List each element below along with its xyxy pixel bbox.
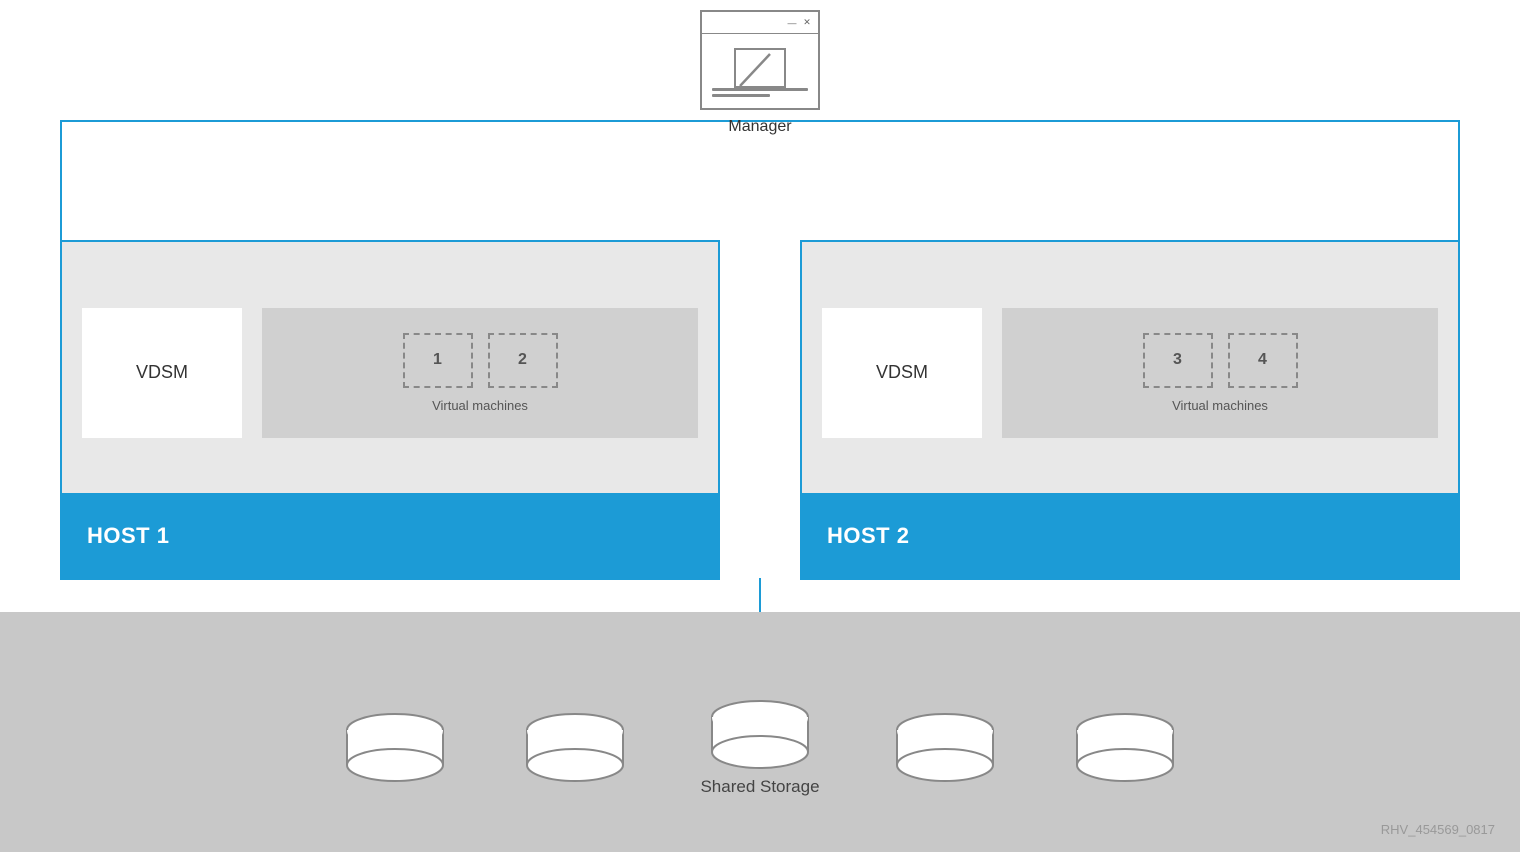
host2-footer: HOST 2: [802, 493, 1458, 578]
storage-area: Shared Storage: [0, 612, 1520, 852]
host2-vms-label: Virtual machines: [1172, 398, 1268, 413]
manager-titlebar: — ✕: [702, 12, 818, 34]
storage-label: Shared Storage: [700, 777, 819, 797]
host1-footer: HOST 1: [62, 493, 718, 578]
left-vertical-line: [60, 120, 62, 240]
host1-box: VDSM 1 2 Virtual machines HOST 1: [60, 240, 720, 580]
watermark: RHV_454569_0817: [1381, 822, 1495, 837]
disk-2-svg: [520, 710, 630, 785]
host2-vm-boxes-row: 3 4: [1143, 333, 1298, 388]
host1-vdsm-label: VDSM: [136, 362, 188, 383]
disk-2: [520, 710, 630, 785]
host1-vdsm-box: VDSM: [82, 308, 242, 438]
host2-box: VDSM 3 4 Virtual machines HOST 2: [800, 240, 1460, 580]
host2-name: HOST 2: [827, 523, 909, 549]
storage-disks-row: Shared Storage: [340, 697, 1179, 797]
host2-content: VDSM 3 4 Virtual machines: [802, 242, 1458, 493]
host2-vm3: 3: [1143, 333, 1213, 388]
host2-vdsm-box: VDSM: [822, 308, 982, 438]
right-vertical-line: [1458, 120, 1460, 240]
hosts-area: VDSM 1 2 Virtual machines HOST 1: [60, 240, 1460, 580]
manager-component: — ✕ Manager: [695, 10, 825, 136]
manager-label: Manager: [695, 118, 825, 136]
minimize-icon: —: [787, 18, 797, 28]
manager-icon-lines: [712, 88, 808, 100]
host2-vms-container: 3 4 Virtual machines: [1002, 308, 1438, 438]
disk-4: [890, 710, 1000, 785]
host2-vdsm-label: VDSM: [876, 362, 928, 383]
disk-1-svg: [340, 710, 450, 785]
host1-vm2: 2: [488, 333, 558, 388]
host2-vm4: 4: [1228, 333, 1298, 388]
disk-4-svg: [890, 710, 1000, 785]
host1-vm1: 1: [403, 333, 473, 388]
host1-name: HOST 1: [87, 523, 169, 549]
manager-icon: — ✕: [700, 10, 820, 110]
host1-vms-container: 1 2 Virtual machines: [262, 308, 698, 438]
disk-3-svg: [705, 697, 815, 772]
host1-vms-label: Virtual machines: [432, 398, 528, 413]
diagram-container: — ✕ Manager VDSM: [0, 0, 1520, 852]
disk-5: [1070, 710, 1180, 785]
close-icon: ✕: [802, 18, 812, 28]
host1-vm-boxes-row: 1 2: [403, 333, 558, 388]
disk-3-connected: Shared Storage: [700, 697, 819, 797]
host1-content: VDSM 1 2 Virtual machines: [62, 242, 718, 493]
disk-1: [340, 710, 450, 785]
disk-5-svg: [1070, 710, 1180, 785]
